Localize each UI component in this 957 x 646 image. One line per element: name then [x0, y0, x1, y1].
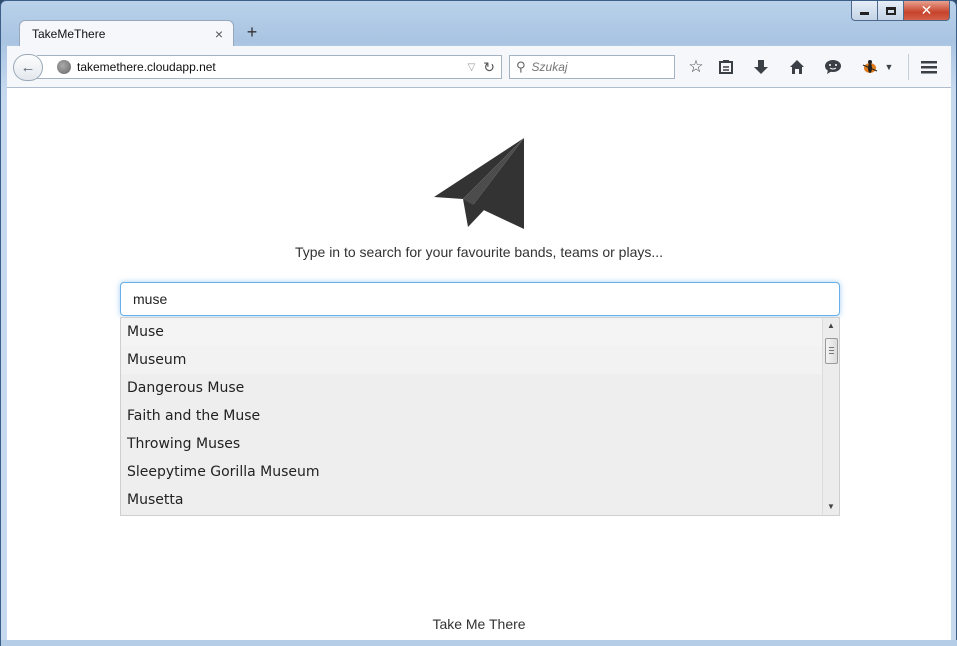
toolbar-separator	[908, 54, 909, 80]
window-controls: ✕	[851, 1, 950, 21]
suggestion-item[interactable]: Dangerous Muse	[121, 374, 823, 402]
navigation-toolbar: takemethere.cloudapp.net ▽ ↻ ← ⚲ ☆ ▼	[7, 46, 951, 88]
search-icon: ⚲	[516, 59, 526, 74]
back-button[interactable]: ←	[13, 54, 43, 81]
tab-close-icon[interactable]: ×	[215, 26, 223, 42]
bookmark-star-icon[interactable]: ☆	[683, 55, 709, 79]
history-dropdown-icon[interactable]: ▽	[468, 62, 476, 73]
new-tab-button[interactable]: +	[243, 22, 261, 42]
tab-takemethere[interactable]: TakeMeThere ×	[19, 20, 234, 47]
globe-icon	[57, 60, 71, 74]
download-arrow-icon[interactable]	[748, 55, 774, 79]
browser-window: ✕ TakeMeThere × + takemethere.cloudapp.n…	[0, 0, 957, 646]
chat-bubble-icon[interactable]	[820, 55, 846, 79]
page-tagline: Type in to search for your favourite ban…	[294, 244, 664, 260]
minimize-icon	[860, 12, 869, 15]
reading-list-icon[interactable]	[713, 55, 739, 79]
search-input[interactable]	[120, 282, 840, 316]
search-bar[interactable]: ⚲	[509, 55, 675, 79]
suggestion-item[interactable]: Muse	[121, 318, 823, 346]
suggestion-item[interactable]: Musetta	[121, 486, 823, 514]
paper-plane-icon	[434, 138, 524, 229]
addon-dropdown-icon[interactable]: ▼	[881, 55, 897, 79]
autocomplete-dropdown[interactable]: Muse Museum Dangerous Muse Faith and the…	[120, 317, 840, 516]
suggestion-scrollbar[interactable]: ▲ ▼	[822, 318, 839, 515]
scroll-up-icon[interactable]: ▲	[823, 320, 839, 332]
grip-icon	[829, 347, 834, 354]
tab-title: TakeMeThere	[32, 27, 106, 41]
home-icon[interactable]	[784, 55, 810, 79]
bug-icon[interactable]	[857, 55, 883, 79]
suggestion-item[interactable]: Sleepytime Gorilla Museum	[121, 458, 823, 486]
suggestion-item[interactable]: Throwing Muses	[121, 430, 823, 458]
close-window-button[interactable]: ✕	[904, 1, 950, 21]
take-me-there-button[interactable]: Take Me There	[7, 616, 951, 632]
hamburger-icon[interactable]	[916, 55, 942, 79]
close-icon: ✕	[920, 2, 933, 18]
suggestion-item[interactable]: Faith and the Muse	[121, 402, 823, 430]
scroll-down-icon[interactable]: ▼	[823, 501, 839, 513]
suggestion-list: Muse Museum Dangerous Muse Faith and the…	[121, 318, 823, 514]
address-bar[interactable]: takemethere.cloudapp.net ▽ ↻	[37, 55, 502, 79]
suggestion-item[interactable]: Museum	[121, 346, 823, 374]
scroll-thumb[interactable]	[825, 338, 838, 364]
arrow-left-icon: ←	[20, 59, 36, 76]
web-search-input[interactable]	[531, 60, 662, 74]
url-text[interactable]: takemethere.cloudapp.net	[77, 60, 468, 74]
minimize-button[interactable]	[851, 1, 878, 21]
maximize-button[interactable]	[878, 1, 904, 21]
window-bottom-border	[1, 640, 957, 646]
reload-icon[interactable]: ↻	[483, 59, 495, 76]
page-viewport: Type in to search for your favourite ban…	[7, 88, 951, 640]
maximize-icon	[885, 6, 896, 15]
